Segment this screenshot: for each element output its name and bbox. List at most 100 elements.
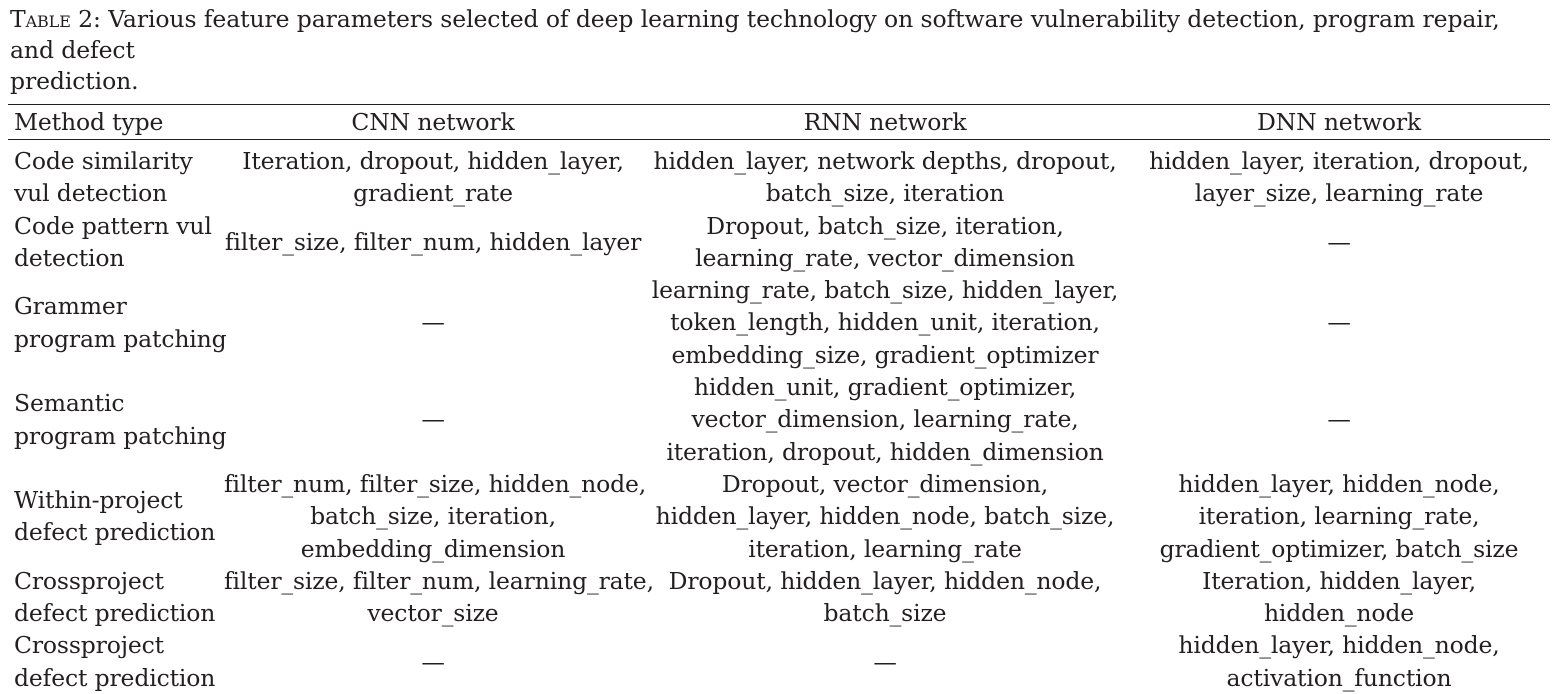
cell-text-line: hidden_layer, network depths, dropout, xyxy=(653,147,1117,175)
cnn-cell: — xyxy=(224,371,642,468)
method-cell: Code pattern vul detection xyxy=(8,210,224,275)
cell-text-line: hidden_layer, iteration, dropout, xyxy=(1149,147,1529,175)
cell-text-line: — xyxy=(873,647,897,676)
cell-text-line: Code similarity xyxy=(14,147,193,175)
cell-text-line: vul detection xyxy=(14,179,168,208)
caption-text-line2: prediction. xyxy=(10,67,139,95)
cell-text-line: layer_size, learning_rate xyxy=(1194,179,1484,208)
cell-text-line: batch_size, iteration xyxy=(765,179,1005,208)
cell-text-line: iteration, dropout, hidden_dimension xyxy=(666,437,1104,466)
cell-text-line: defect prediction xyxy=(14,599,216,628)
rnn-cell: Dropout, batch_size, iteration, learning_… xyxy=(642,210,1128,275)
cell-text-line: batch_size xyxy=(823,599,947,628)
rnn-cell: learning_rate, batch_size, hidden_layer,… xyxy=(642,274,1128,371)
cell-text-line: activation_function xyxy=(1226,663,1452,692)
cell-text-line: filter_num, filter_size, hidden_node, xyxy=(224,469,647,498)
cell-text-line: vector_size xyxy=(367,599,499,628)
method-cell: Grammer program patching xyxy=(8,274,227,371)
table-row: Grammer program patching — learning_rate, b… xyxy=(8,274,1550,371)
cell-text-line: Code pattern vul xyxy=(14,211,212,240)
cnn-cell: Iteration, dropout, hidden_layer,gradien… xyxy=(224,140,642,210)
cell-text-line: — xyxy=(1327,405,1351,434)
cnn-cell: filter_size, filter_num, learning_rate,v… xyxy=(224,565,654,630)
header-cnn-network: CNN network xyxy=(351,108,515,136)
table-header: Method type CNN network RNN network DNN … xyxy=(8,105,1550,139)
cell-text-line: Crossproject xyxy=(14,631,164,660)
cell-text-line: filter_size, filter_num, hidden_layer xyxy=(224,227,642,256)
cell-text-line: Crossproject xyxy=(14,566,164,595)
cell-text-line: Within-project xyxy=(14,486,183,515)
dnn-cell: hidden_layer, hidden_node, activation_fun… xyxy=(1128,629,1550,694)
method-cell: Code similarity vul detection xyxy=(8,140,224,210)
table-caption: Table 2: Various feature parameters sele… xyxy=(8,4,1550,97)
dnn-cell: hidden_layer, hidden_node, iteration, lea… xyxy=(1128,468,1550,565)
method-cell: Semantic program patching xyxy=(8,371,227,468)
cell-text-line: Iteration, dropout, hidden_layer, xyxy=(242,147,624,175)
cell-text-line: iteration, learning_rate, xyxy=(1198,502,1480,531)
header-method-type: Method type xyxy=(14,108,164,136)
cell-text-line: detection xyxy=(14,243,125,272)
cell-text-line: embedding_dimension xyxy=(300,534,566,563)
cnn-cell: — xyxy=(224,274,642,371)
cell-text-line: Dropout, hidden_layer, hidden_node, xyxy=(668,566,1102,595)
table-row: Crossproject defect prediction filter_size… xyxy=(8,565,1550,630)
cell-text-line: batch_size, iteration, xyxy=(310,502,556,531)
rnn-cell: hidden_layer, network depths, dropout, ba… xyxy=(642,140,1128,210)
header-row: Method type CNN network RNN network DNN … xyxy=(8,105,1550,139)
cell-text-line: program patching xyxy=(14,421,227,450)
dnn-cell: Iteration, hidden_layer, hidden_node xyxy=(1128,565,1550,630)
table-row: Semantic program patching — hidden_unit, gr… xyxy=(8,371,1550,468)
table-body: Code similarity vul detection Iteration, d… xyxy=(8,140,1550,694)
cell-text-line: hidden_layer, hidden_node, batch_size, xyxy=(655,502,1115,531)
header-rnn-network: RNN network xyxy=(803,108,967,136)
cnn-cell: — xyxy=(224,629,642,694)
dnn-cell: — xyxy=(1128,210,1550,275)
rnn-cell: — xyxy=(642,629,1128,694)
cell-text-line: — xyxy=(421,308,445,337)
page: Table 2: Various feature parameters sele… xyxy=(0,0,1558,692)
dnn-cell: — xyxy=(1128,371,1550,468)
rnn-cell: Dropout, vector_dimension, hidden_layer, … xyxy=(642,468,1128,565)
rnn-cell: Dropout, hidden_layer, hidden_node,batch… xyxy=(642,565,1128,630)
cell-text-line: token_length, hidden_unit, iteration, xyxy=(670,308,1100,337)
dnn-cell: hidden_layer, iteration, dropout, layer_s… xyxy=(1128,140,1550,210)
cell-text-line: — xyxy=(1327,308,1351,337)
method-cell: Crossproject defect prediction xyxy=(8,629,224,694)
cell-text-line: program patching xyxy=(14,324,227,353)
table-row: Code pattern vul detection filter_size, fi… xyxy=(8,210,1550,275)
cell-text-line: embedding_size, gradient_optimizer xyxy=(671,340,1099,369)
cell-text-line: — xyxy=(1327,227,1351,256)
parameters-table: Method type CNN network RNN network DNN … xyxy=(8,105,1550,139)
dnn-cell: — xyxy=(1128,274,1550,371)
table-row: Code similarity vul detection Iteration, d… xyxy=(8,140,1550,210)
cell-text-line: hidden_layer, hidden_node, xyxy=(1178,631,1500,660)
cell-text-line: gradient_rate xyxy=(353,179,513,208)
cell-text-line: Dropout, vector_dimension, xyxy=(721,469,1049,498)
cnn-cell: filter_num, filter_size, hidden_node,bat… xyxy=(224,468,647,565)
cell-text-line: iteration, learning_rate xyxy=(748,534,1022,563)
cell-text-line: — xyxy=(421,647,445,676)
caption-label: Table 2: xyxy=(10,5,101,33)
parameters-table-body: Code similarity vul detection Iteration, d… xyxy=(8,140,1550,694)
cell-text-line: filter_size, filter_num, learning_rate, xyxy=(224,566,654,595)
cell-text-line: — xyxy=(421,405,445,434)
cell-text-line: gradient_optimizer, batch_size xyxy=(1159,534,1519,563)
cnn-cell: filter_size, filter_num, hidden_layer xyxy=(224,210,642,275)
cell-text-line: learning_rate, vector_dimension xyxy=(695,243,1075,272)
table-row: Crossproject defect prediction — — hidden_la… xyxy=(8,629,1550,694)
method-cell: Crossproject defect prediction xyxy=(8,565,224,630)
cell-text-line: hidden_node xyxy=(1263,599,1415,628)
cell-text-line: Iteration, hidden_layer, xyxy=(1202,566,1476,595)
cell-text-line: hidden_layer, hidden_node, xyxy=(1178,469,1500,498)
cell-text-line: learning_rate, batch_size, hidden_layer, xyxy=(651,276,1119,305)
cell-text-line: defect prediction xyxy=(14,518,216,547)
rnn-cell: hidden_unit, gradient_optimizer, vector_d… xyxy=(642,371,1128,468)
cell-text-line: hidden_unit, gradient_optimizer, xyxy=(693,373,1077,402)
method-cell: Within-project defect prediction xyxy=(8,468,224,565)
caption-text-line1: Various feature parameters selected of d… xyxy=(10,5,1500,64)
header-dnn-network: DNN network xyxy=(1256,108,1421,136)
cell-text-line: defect prediction xyxy=(14,663,216,692)
cell-text-line: Dropout, batch_size, iteration, xyxy=(706,211,1064,240)
cell-text-line: Semantic xyxy=(14,389,125,418)
table-row: Within-project defect prediction filter_nu… xyxy=(8,468,1550,565)
